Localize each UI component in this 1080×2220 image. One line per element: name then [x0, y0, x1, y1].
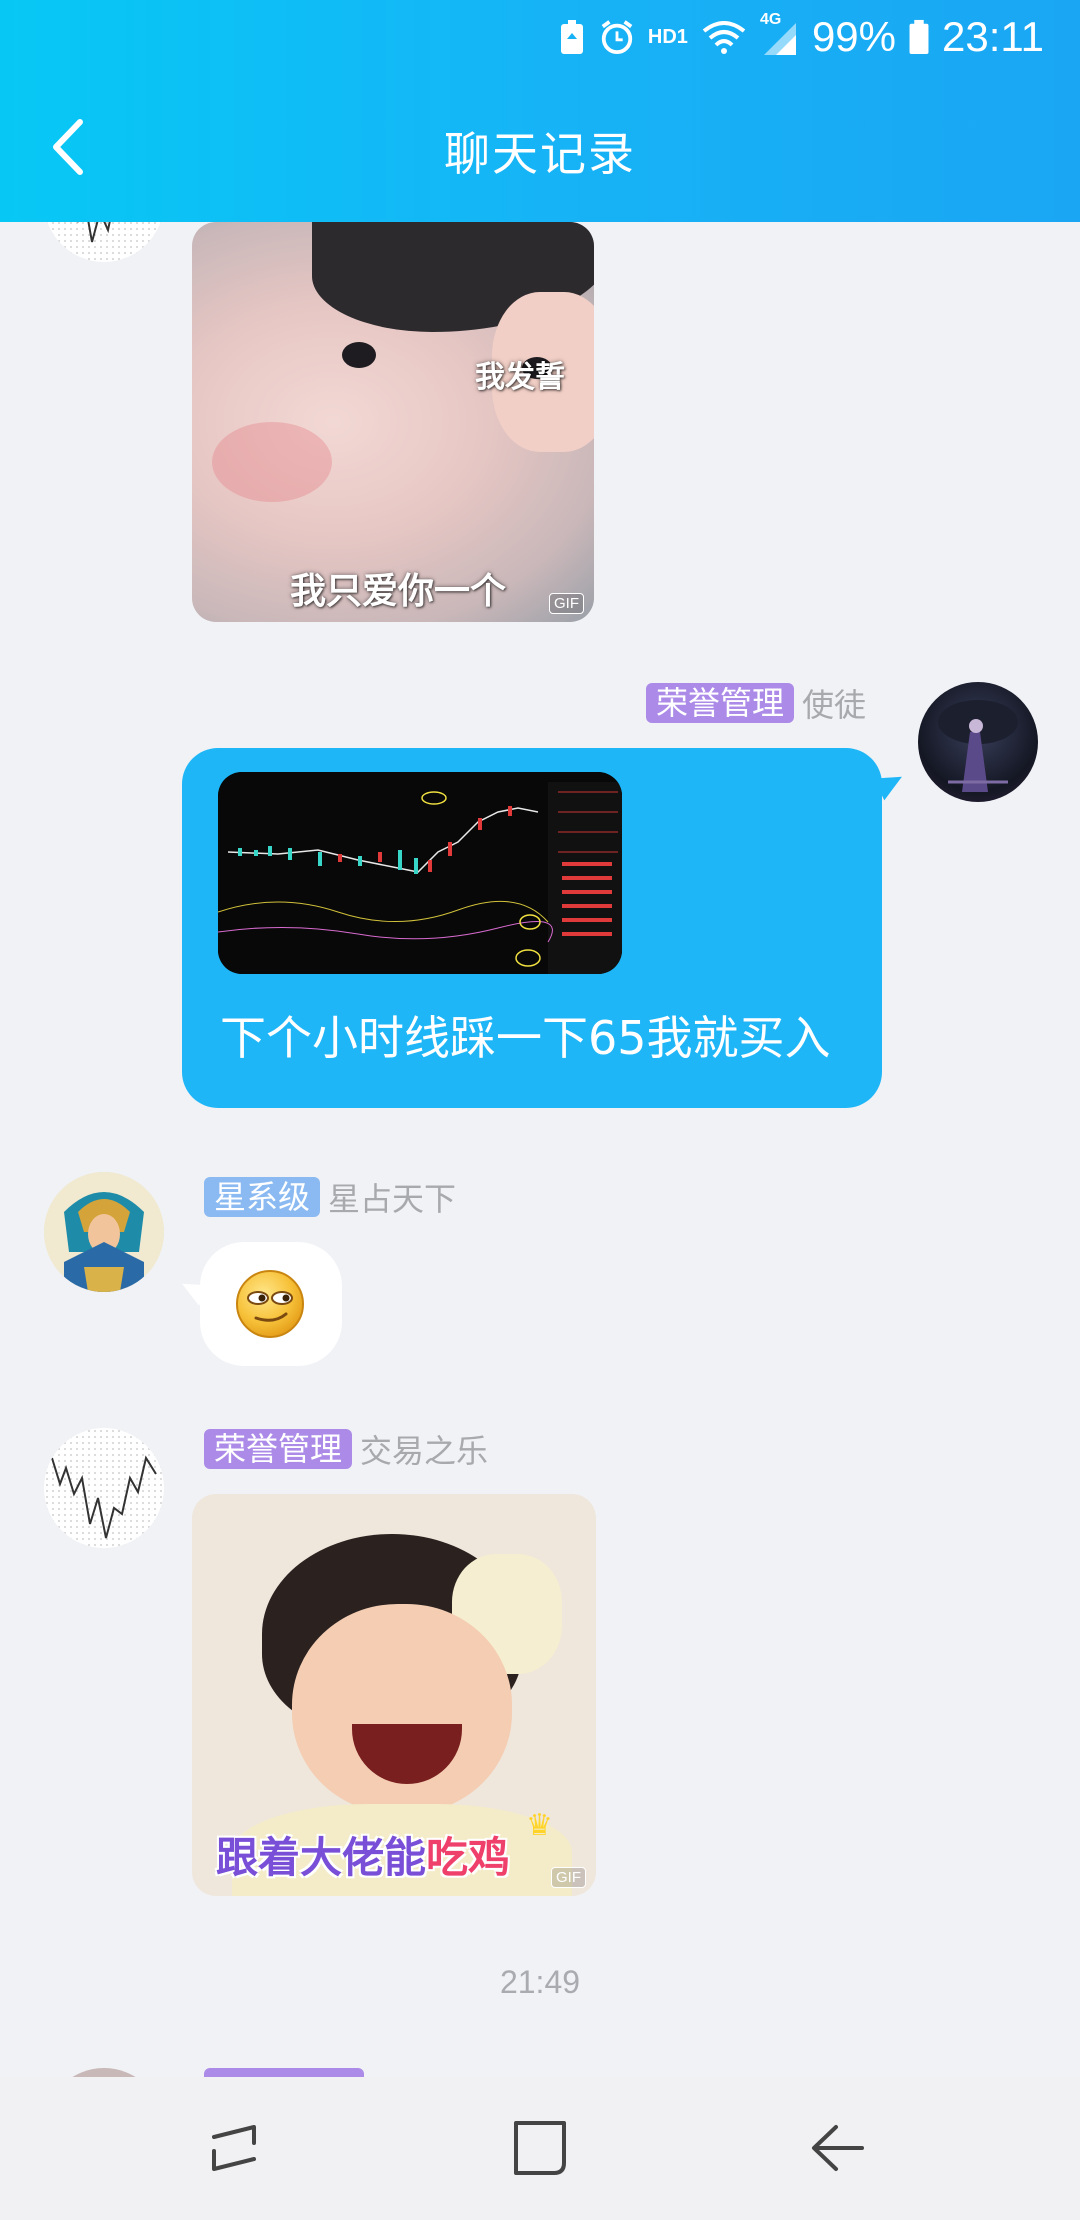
emoji-message-bubble[interactable] — [176, 1242, 342, 1366]
meme-caption-bottom: 我只爱你一个 — [290, 571, 507, 612]
bubble-tail — [874, 767, 908, 801]
status-bar: HD1 4G 99% 23:11 — [0, 0, 1080, 72]
system-nav-bar — [0, 2077, 1080, 2220]
stock-chart-screenshot[interactable] — [218, 772, 622, 974]
galaxy-level-badge: 星系级 — [204, 1177, 321, 1217]
avatar[interactable] — [44, 1172, 164, 1292]
avatar[interactable] — [44, 2068, 164, 2077]
page-title: 聊天记录 — [444, 127, 636, 181]
smirk-emoji-icon — [236, 1270, 304, 1338]
honor-admin-badge: 荣誉管理 — [204, 1429, 353, 1469]
image-message[interactable]: ♛ 跟着大佬能吃鸡 GIF — [192, 1494, 596, 1896]
honor-admin-badge: 荣誉管理 — [645, 683, 794, 723]
time-divider: 21:49 — [499, 1964, 581, 2000]
stock-chart-avatar-icon — [76, 222, 111, 243]
meme-cheek — [212, 422, 332, 502]
avatar[interactable] — [44, 1428, 164, 1548]
recent-apps-icon[interactable] — [196, 2113, 276, 2183]
stock-chart-avatar-icon — [51, 1455, 157, 1539]
status-icons: HD1 4G 99% 23:11 — [558, 11, 1044, 60]
hd-indicator: HD1 — [647, 25, 688, 48]
gif-badge: GIF — [551, 1867, 586, 1888]
app-header: HD1 4G 99% 23:11 聊天记录 — [0, 0, 1080, 222]
chat-history[interactable]: 我发誓 我只爱你一个 GIF 荣誉管理 使徒 下个小时线踩一下65我就买入 星系… — [0, 222, 1080, 2077]
bubble-tail — [176, 1276, 208, 1306]
gif-badge: GIF — [549, 593, 584, 614]
candlestick-chart-icon — [218, 772, 622, 974]
meme-eye — [342, 342, 376, 368]
meme-caption-part2: 吃鸡 — [426, 1833, 511, 1882]
crown-icon: ♛ — [526, 1808, 553, 1843]
avatar[interactable] — [44, 222, 164, 262]
alarm-icon — [601, 20, 633, 55]
character-avatar-icon — [938, 700, 1018, 792]
message-text: 下个小时线踩一下65我就买入 — [220, 1011, 831, 1065]
battery-saver-icon — [560, 20, 583, 54]
sender-nickname: 星占天下 — [328, 1180, 457, 1218]
self-message-bubble[interactable]: 下个小时线踩一下65我就买入 — [182, 748, 908, 1108]
battery-percent: 99% — [811, 13, 896, 60]
wifi-icon — [702, 21, 746, 54]
honor-admin-badge — [204, 2068, 364, 2077]
meme-caption-part1: 跟着大佬能 — [216, 1833, 427, 1882]
cell-signal: 4G — [760, 11, 800, 57]
meme-caption: 跟着大佬能吃鸡 — [216, 1824, 510, 1885]
sender-nickname: 交易之乐 — [360, 1432, 489, 1470]
meme-caption-top: 我发誓 — [475, 360, 565, 395]
signal-icon — [763, 23, 796, 55]
home-icon[interactable] — [500, 2113, 580, 2183]
clock: 23:11 — [942, 13, 1044, 60]
sender-name-line: 荣誉管理 使徒 — [645, 680, 866, 724]
battery-icon — [909, 19, 929, 55]
image-message[interactable]: 我发誓 我只爱你一个 GIF — [192, 222, 594, 622]
avatar-self[interactable] — [918, 682, 1038, 802]
sender-name-line: 星系级 星占天下 — [204, 1174, 456, 1218]
back-icon[interactable] — [800, 2113, 880, 2183]
knight-avatar-icon — [44, 1172, 164, 1292]
sender-name-line: 荣誉管理 交易之乐 — [204, 1426, 488, 1470]
sender-nickname: 使徒 — [801, 686, 866, 724]
